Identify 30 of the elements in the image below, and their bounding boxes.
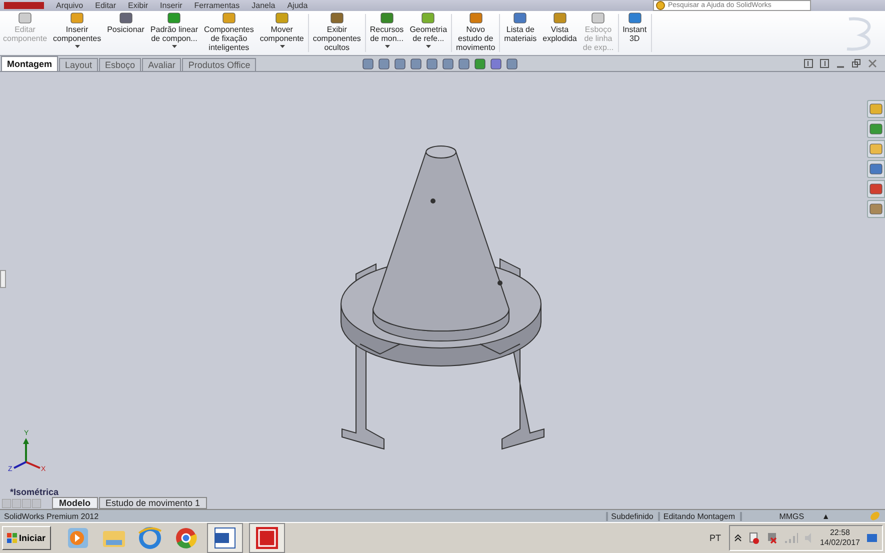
menu-item[interactable]: Arquivo xyxy=(56,1,84,10)
tab[interactable]: Montagem xyxy=(1,56,58,71)
tab[interactable]: Layout xyxy=(59,58,98,71)
language-indicator[interactable]: PT xyxy=(709,533,721,543)
ribbon-button[interactable]: Posicionar xyxy=(104,11,148,40)
ribbon-button[interactable]: Instant 3D xyxy=(620,11,650,49)
tab[interactable]: Avaliar xyxy=(142,58,182,71)
ribbon-button[interactable]: Mover componente xyxy=(256,11,307,49)
ribbon-button[interactable]: Inserir componentes xyxy=(50,11,104,49)
ribbon-button[interactable]: Lista de materiais xyxy=(501,11,540,49)
ribbon-button[interactable]: Padrão linear de compon... xyxy=(147,11,202,49)
menu-item[interactable]: Janela xyxy=(252,1,276,10)
tab[interactable]: Modelo xyxy=(52,497,98,509)
tab[interactable]: Esboço xyxy=(99,58,142,71)
menu-item[interactable]: Exibir xyxy=(128,1,148,10)
ribbon-button[interactable]: Geometria de refe... xyxy=(406,11,450,49)
menu-item[interactable]: Ajuda xyxy=(287,1,308,10)
ribbon-button[interactable]: Novo estudo de movimento xyxy=(453,11,498,58)
ribbon-button[interactable]: Componentes de fixação inteligentes xyxy=(201,11,257,58)
menu-item[interactable]: Ferramentas xyxy=(194,1,240,10)
ribbon-button[interactable]: Vista explodida xyxy=(540,11,580,49)
ribbon-button[interactable]: Recursos de mon... xyxy=(366,11,407,49)
start-button[interactable]: Iniciar xyxy=(2,526,51,550)
tab[interactable]: Produtos Office xyxy=(182,58,256,71)
menu-item[interactable]: Inserir xyxy=(160,1,182,10)
view-orientation-label: *Isométrica xyxy=(10,487,59,497)
menu-item[interactable]: Editar xyxy=(95,1,116,10)
status-text: SolidWorks Premium 2012 xyxy=(4,512,100,520)
tab[interactable]: Estudo de movimento 1 xyxy=(98,497,208,509)
ribbon-button[interactable]: Exibir componentes ocultos xyxy=(310,11,364,58)
